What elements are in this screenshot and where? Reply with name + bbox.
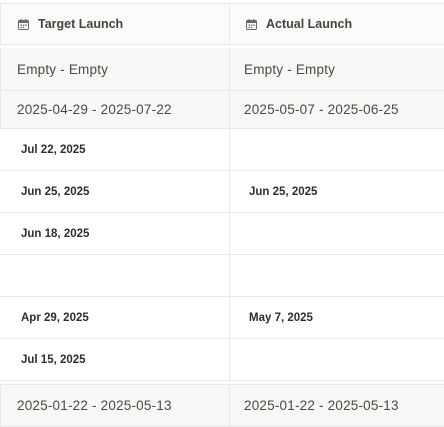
group-row[interactable]: 2025-01-22 - 2025-05-13 2025-01-22 - 202… <box>0 384 444 427</box>
actual-launch-cell[interactable]: Jun 25, 2025 <box>230 171 444 212</box>
table-header: Target Launch Actual Launch <box>0 3 444 45</box>
table-row[interactable]: Apr 29, 2025 May 7, 2025 <box>0 297 444 339</box>
actual-launch-cell[interactable] <box>230 213 444 254</box>
calendar-icon <box>18 18 29 30</box>
column-header-target-launch[interactable]: Target Launch <box>0 4 230 44</box>
column-label-actual-launch: Actual Launch <box>266 17 353 31</box>
target-launch-cell[interactable]: Jul 22, 2025 <box>0 129 230 170</box>
table-view: Target Launch Actual Launch Empty - Empt… <box>0 0 444 427</box>
column-header-actual-launch[interactable]: Actual Launch <box>230 4 444 44</box>
group-target-cell[interactable]: 2025-04-29 - 2025-07-22 <box>0 91 230 128</box>
target-launch-cell[interactable]: Jul 15, 2025 <box>0 339 230 380</box>
group-target-cell[interactable]: Empty - Empty <box>0 48 230 90</box>
group-actual-cell[interactable]: 2025-05-07 - 2025-06-25 <box>230 91 444 128</box>
table-row[interactable] <box>0 255 444 297</box>
group-actual-cell[interactable]: 2025-01-22 - 2025-05-13 <box>230 385 444 426</box>
table-row[interactable]: Jun 18, 2025 <box>0 213 444 255</box>
group-target-cell[interactable]: 2025-01-22 - 2025-05-13 <box>0 385 230 426</box>
target-launch-cell[interactable] <box>0 255 230 296</box>
actual-launch-cell[interactable] <box>230 339 444 380</box>
target-launch-cell[interactable]: Jun 18, 2025 <box>0 213 230 254</box>
group-row[interactable]: 2025-04-29 - 2025-07-22 2025-05-07 - 202… <box>0 91 444 129</box>
target-launch-cell[interactable]: Jun 25, 2025 <box>0 171 230 212</box>
table-row[interactable]: Jun 25, 2025 Jun 25, 2025 <box>0 171 444 213</box>
table-row[interactable]: Jul 22, 2025 <box>0 129 444 171</box>
actual-launch-cell[interactable]: May 7, 2025 <box>230 297 444 338</box>
column-label-target-launch: Target Launch <box>38 17 124 31</box>
table-row[interactable]: Jul 15, 2025 <box>0 339 444 381</box>
group-actual-cell[interactable]: Empty - Empty <box>230 48 444 90</box>
group-row[interactable]: Empty - Empty Empty - Empty <box>0 48 444 91</box>
calendar-icon <box>246 18 257 30</box>
target-launch-cell[interactable]: Apr 29, 2025 <box>0 297 230 338</box>
actual-launch-cell[interactable] <box>230 129 444 170</box>
actual-launch-cell[interactable] <box>230 255 444 296</box>
